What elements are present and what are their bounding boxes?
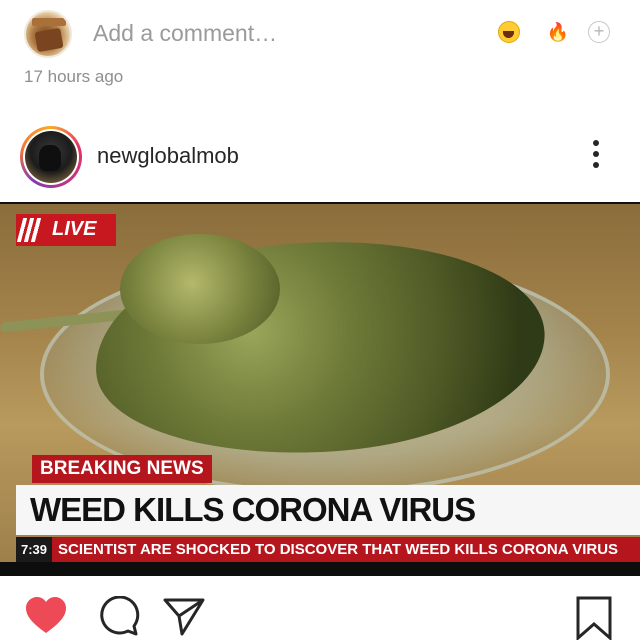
avatar-detail [32, 18, 66, 26]
share-icon[interactable] [162, 596, 206, 640]
heart-icon[interactable] [24, 596, 68, 640]
post-image[interactable]: LIVE BREAKING NEWS WEED KILLS CORONA VIR… [0, 202, 640, 576]
ticker-time: 7:39 [16, 537, 52, 563]
live-bars-icon [16, 218, 44, 242]
more-options-icon[interactable] [586, 140, 606, 176]
user-avatar [25, 131, 77, 183]
dot [593, 140, 599, 146]
fire-emoji-icon[interactable]: 🔥 [546, 20, 570, 44]
avatar-detail [34, 27, 64, 53]
ring-inner [23, 129, 79, 185]
post-timestamp: 17 hours ago [24, 67, 124, 86]
avatar-figure [39, 145, 61, 171]
live-badge: LIVE [16, 214, 116, 246]
comment-icon[interactable] [96, 595, 140, 640]
dot [593, 151, 599, 157]
news-headline: WEED KILLS CORONA VIRUS [16, 485, 640, 535]
post-actions [0, 588, 640, 640]
post-photo: LIVE BREAKING NEWS WEED KILLS CORONA VIR… [0, 204, 640, 572]
post-header: newglobalmob [0, 118, 640, 198]
ticker-text: SCIENTIST ARE SHOCKED TO DISCOVER THAT W… [58, 541, 619, 558]
add-emoji-button[interactable]: + [588, 21, 610, 43]
cannabis-bud-top [120, 234, 280, 344]
image-bottom-bar [0, 562, 640, 576]
live-label: LIVE [52, 218, 97, 240]
username-link[interactable]: newglobalmob [97, 143, 239, 169]
comment-input[interactable]: Add a comment… [93, 20, 277, 47]
dot [593, 162, 599, 168]
comment-row: Add a comment… 🔥 + [0, 0, 640, 66]
current-user-avatar[interactable] [24, 10, 72, 58]
bookmark-icon[interactable] [572, 596, 616, 640]
laughing-emoji-icon[interactable] [497, 20, 521, 44]
news-ticker: 7:39 SCIENTIST ARE SHOCKED TO DISCOVER T… [16, 537, 640, 563]
breaking-news-label: BREAKING NEWS [32, 455, 212, 483]
story-ring[interactable] [20, 126, 82, 188]
